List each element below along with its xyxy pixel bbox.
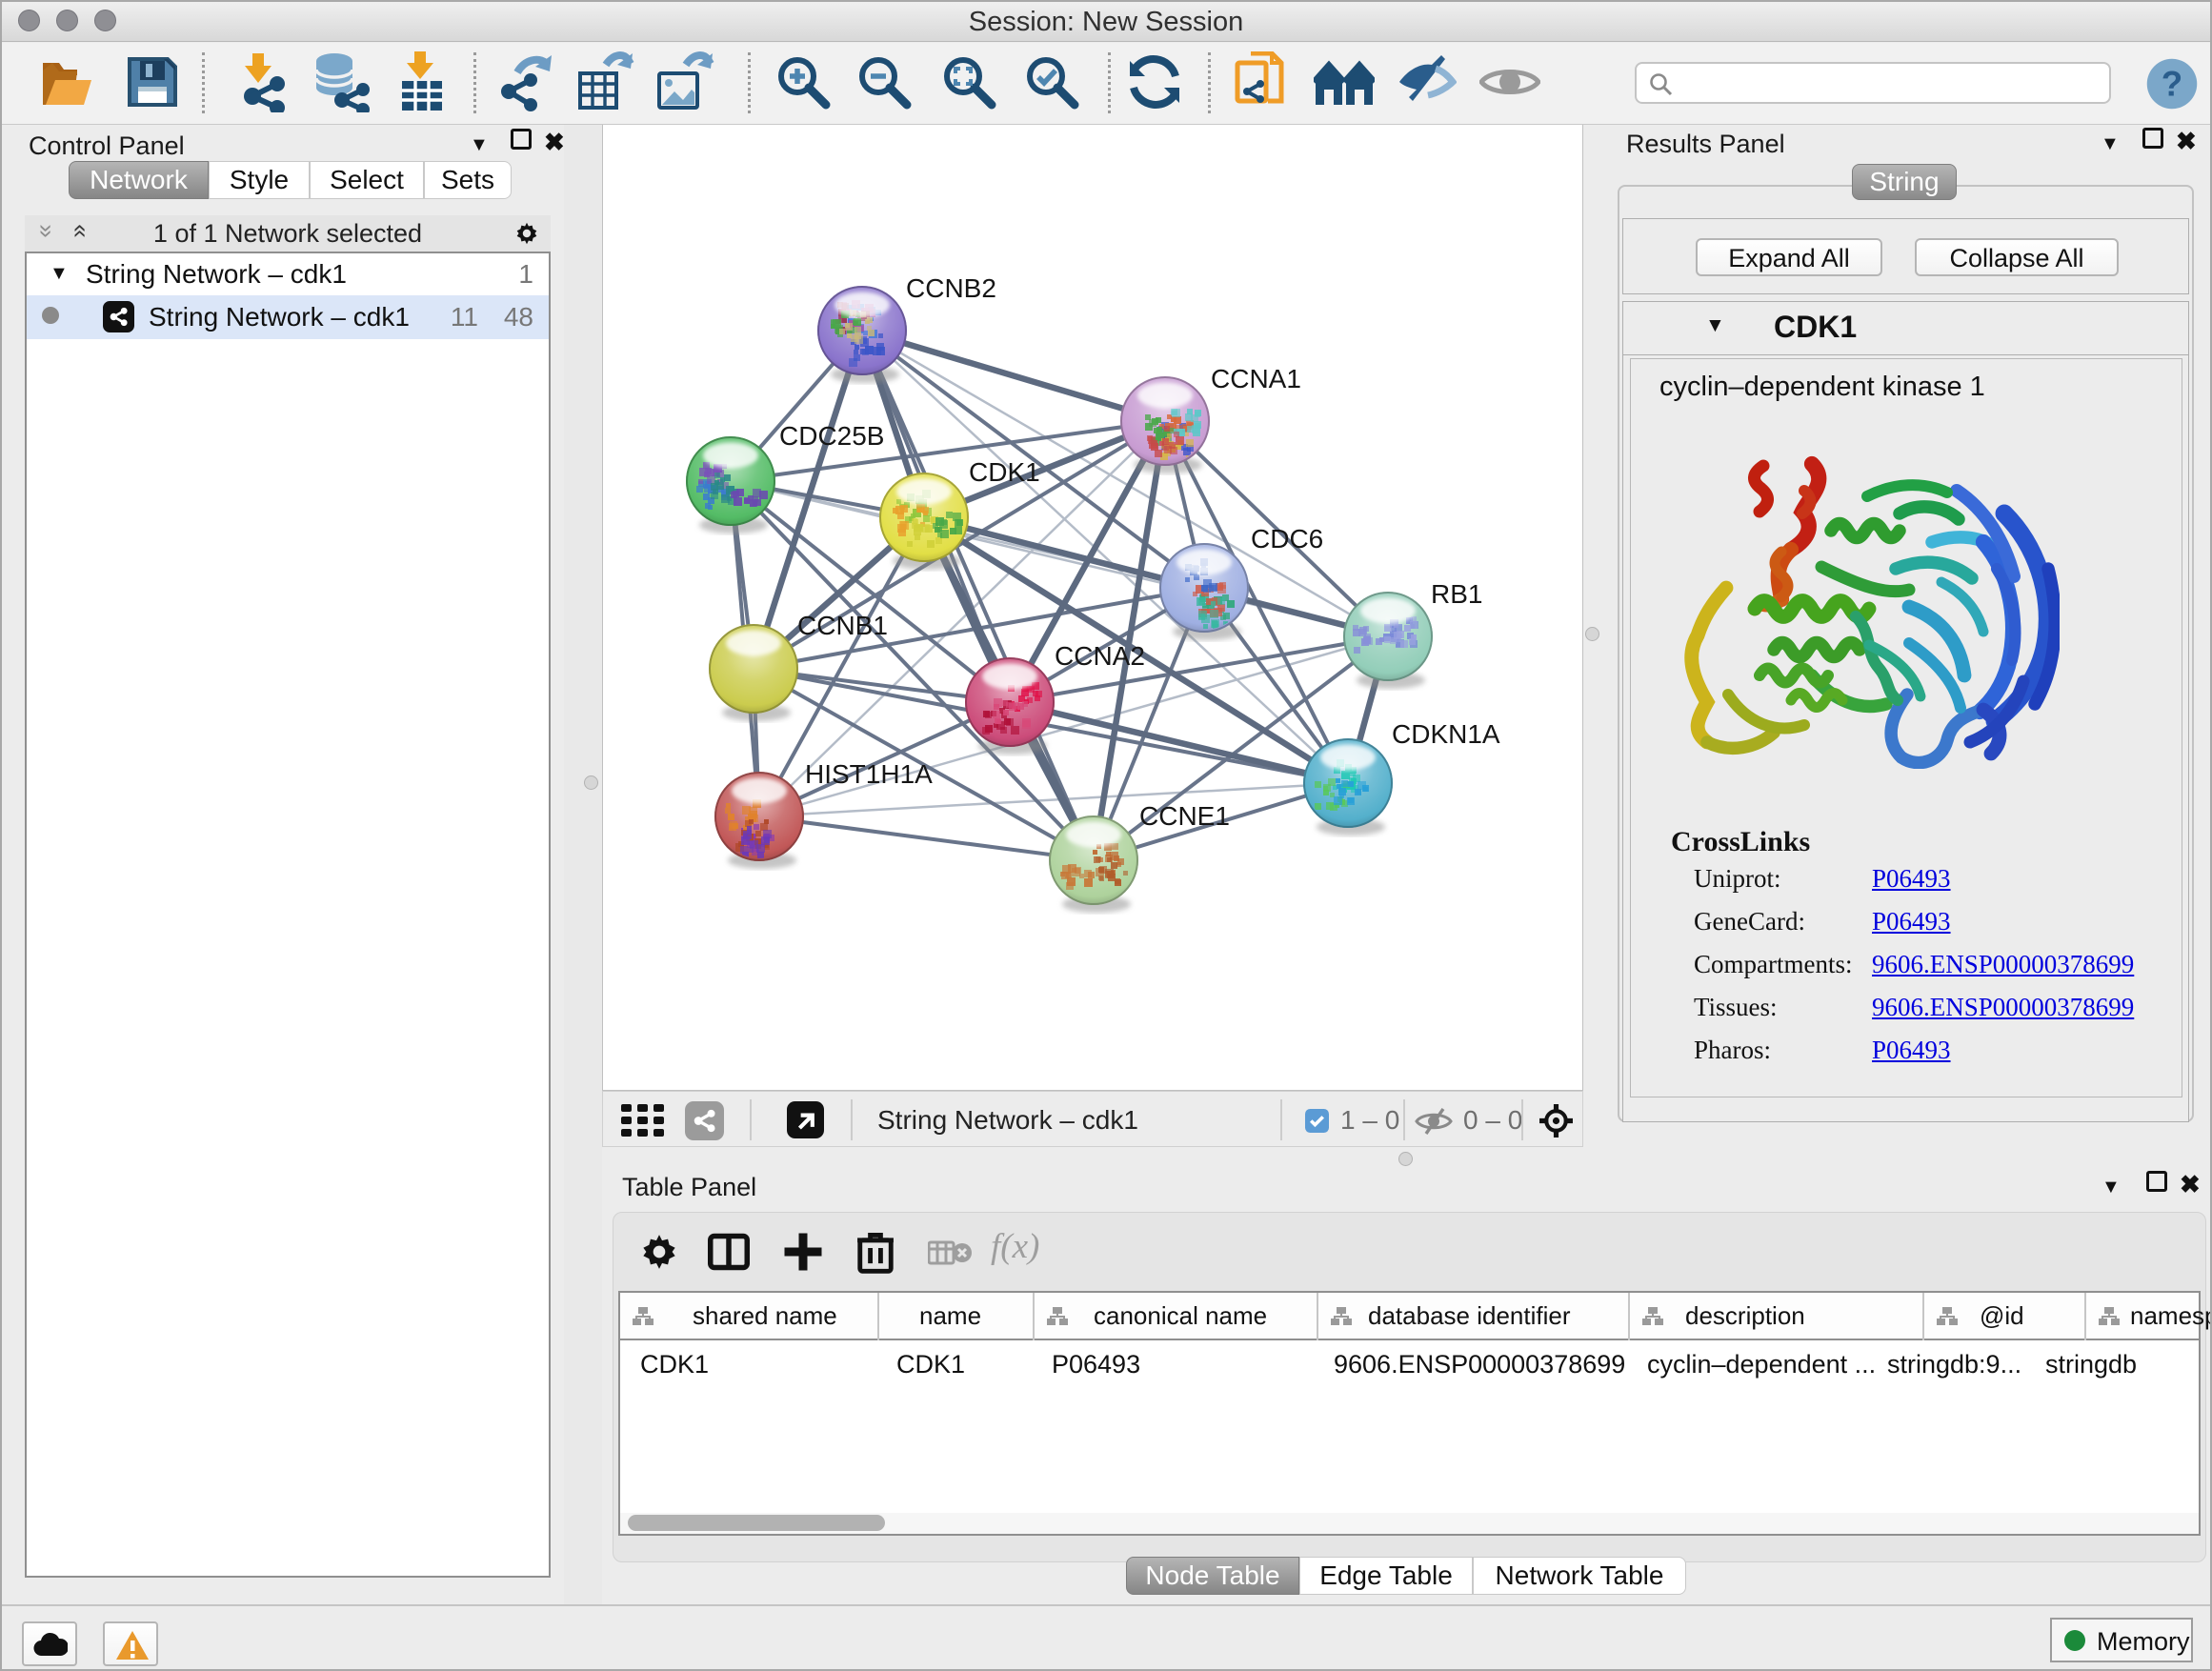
svg-text:CCNA1: CCNA1 bbox=[1211, 364, 1301, 393]
svg-text:?: ? bbox=[2162, 64, 2182, 103]
svg-text:CDKN1A: CDKN1A bbox=[1392, 719, 1500, 749]
svg-text:CCNB1: CCNB1 bbox=[797, 611, 888, 640]
svg-text:CDK1: CDK1 bbox=[969, 457, 1040, 487]
svg-text:RB1: RB1 bbox=[1431, 579, 1482, 609]
svg-text:CCNB2: CCNB2 bbox=[906, 273, 996, 303]
svg-text:CDC25B: CDC25B bbox=[779, 421, 884, 451]
svg-text:CCNE1: CCNE1 bbox=[1139, 801, 1230, 831]
svg-text:CCNA2: CCNA2 bbox=[1055, 641, 1145, 671]
svg-text:CDC6: CDC6 bbox=[1251, 524, 1323, 554]
svg-text:HIST1H1A: HIST1H1A bbox=[805, 759, 933, 789]
